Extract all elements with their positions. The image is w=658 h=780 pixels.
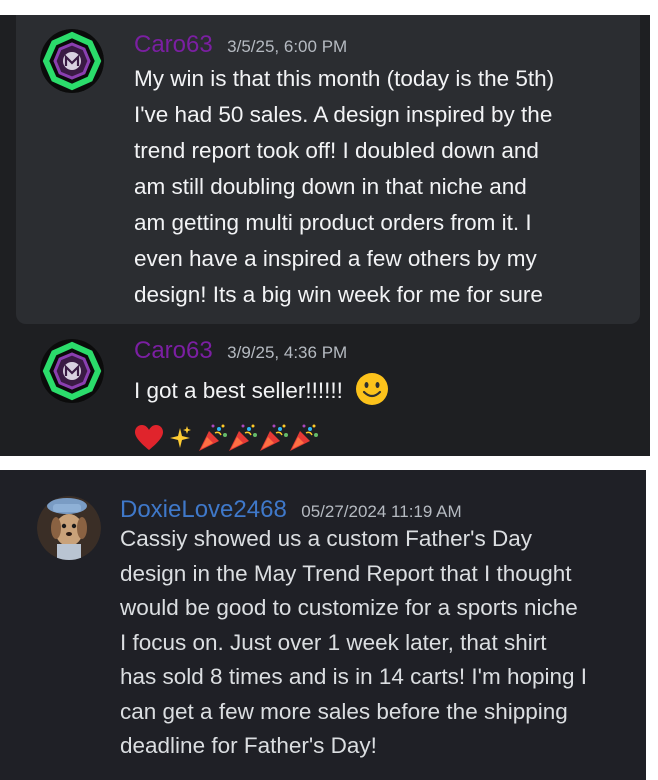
message-text: I got a best seller!!!!!!	[134, 373, 389, 409]
party-popper-emoji[interactable]	[258, 423, 290, 453]
username[interactable]: Caro63	[134, 337, 213, 364]
octagon-logo-icon[interactable]	[40, 339, 104, 403]
message-doxielove2468[interactable]: DoxieLove2468 05/27/2024 11:19 AM Cassiy…	[0, 470, 646, 780]
dog-photo-avatar[interactable]	[37, 496, 101, 560]
timestamp: 3/9/25, 4:36 PM	[227, 343, 348, 362]
party-popper-emoji[interactable]	[288, 423, 320, 453]
username[interactable]: DoxieLove2468	[120, 496, 287, 523]
octagon-logo-icon[interactable]	[40, 29, 104, 93]
sparkles-emoji[interactable]	[168, 424, 192, 452]
chat-panel-bottom: DoxieLove2468 05/27/2024 11:19 AM Cassiy…	[0, 470, 646, 780]
message-text: My win is that this month (today is the …	[134, 66, 555, 307]
username[interactable]: Caro63	[134, 31, 213, 58]
timestamp: 05/27/2024 11:19 AM	[301, 502, 462, 521]
emoji-row	[134, 423, 320, 455]
message-caro63-2[interactable]: Caro63 3/9/25, 4:36 PM I got a best sell…	[0, 333, 650, 456]
red-heart-emoji[interactable]	[134, 424, 164, 452]
slightly-smiling-face-emoji[interactable]	[355, 372, 389, 406]
party-popper-emoji[interactable]	[197, 423, 229, 453]
timestamp: 3/5/25, 6:00 PM	[227, 37, 348, 56]
party-popper-emoji[interactable]	[227, 423, 259, 453]
message-text: Cassiy showed us a custom Father's Day d…	[120, 526, 588, 758]
message-caro63-1[interactable]: Caro63 3/5/25, 6:00 PM My win is that th…	[0, 15, 650, 324]
chat-panel-top: Caro63 3/5/25, 6:00 PM My win is that th…	[0, 15, 650, 456]
